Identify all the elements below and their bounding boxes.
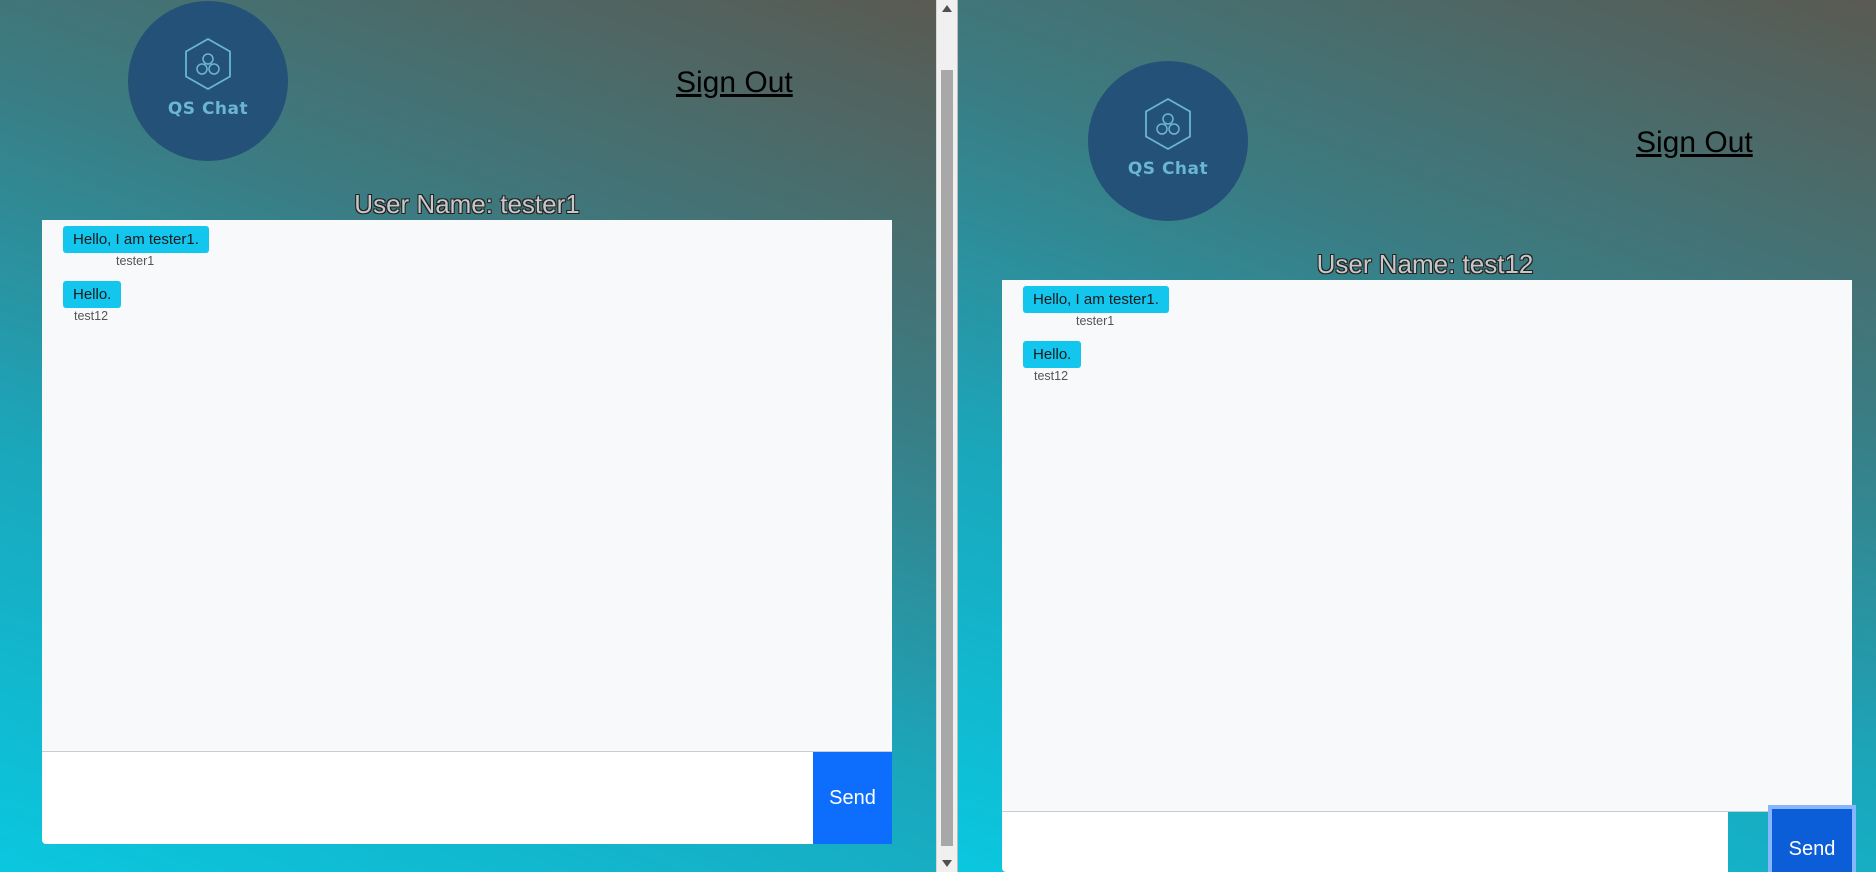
- message-item: Hello, I am tester1. tester1: [1023, 286, 1169, 328]
- message-item: Hello. test12: [63, 281, 122, 323]
- message-bubble: Hello, I am tester1.: [63, 226, 209, 253]
- send-button[interactable]: Send: [813, 752, 892, 844]
- logo-text: QS Chat: [167, 99, 249, 119]
- user-name-label: User Name: test12: [1316, 249, 1534, 279]
- message-list[interactable]: Hello, I am tester1. tester1 Hello. test…: [1002, 280, 1852, 812]
- cube-hexagon-icon: [185, 37, 231, 91]
- send-button[interactable]: Send: [1772, 809, 1852, 872]
- message-sender: tester1: [1076, 314, 1115, 328]
- chat-window-left: QS Chat Sign Out User Name: tester1 Hell…: [0, 0, 936, 872]
- user-name-label: User Name: tester1: [354, 189, 580, 219]
- chat-window-right: QS Chat Sign Out User Name: test12 Hello…: [958, 0, 1876, 872]
- vertical-scrollbar[interactable]: [936, 0, 958, 872]
- message-sender: test12: [1034, 369, 1069, 383]
- message-bubble: Hello.: [63, 281, 122, 308]
- message-item: Hello. test12: [1023, 341, 1082, 383]
- scroll-up-arrow-icon[interactable]: [942, 5, 952, 12]
- message-sender: test12: [74, 309, 109, 323]
- message-sender: tester1: [116, 254, 155, 268]
- message-bubble: Hello, I am tester1.: [1023, 286, 1169, 313]
- cube-hexagon-icon: [1145, 97, 1191, 151]
- logo: QS Chat: [128, 1, 288, 161]
- message-list[interactable]: Hello, I am tester1. tester1 Hello. test…: [42, 220, 892, 752]
- message-input[interactable]: [1002, 812, 1728, 872]
- sign-out-link[interactable]: Sign Out: [676, 66, 793, 100]
- sign-out-link[interactable]: Sign Out: [1636, 126, 1753, 160]
- scrollbar-thumb[interactable]: [941, 70, 953, 846]
- message-bubble: Hello.: [1023, 341, 1082, 368]
- logo: QS Chat: [1088, 61, 1248, 221]
- scroll-down-arrow-icon[interactable]: [942, 860, 952, 867]
- message-item: Hello, I am tester1. tester1: [63, 226, 209, 268]
- logo-text: QS Chat: [1127, 159, 1209, 179]
- message-input[interactable]: [42, 752, 813, 844]
